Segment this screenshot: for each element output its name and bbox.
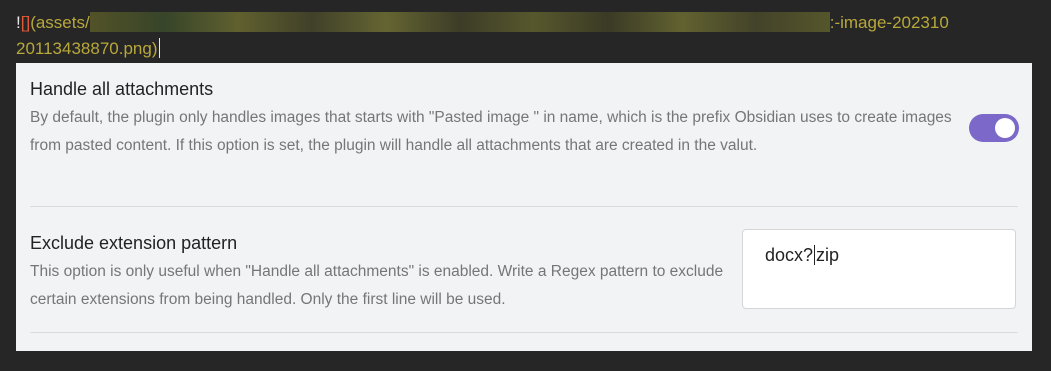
link-path-suffix: :-image-202310	[829, 13, 949, 32]
setting-divider	[30, 332, 1018, 333]
blurred-path-segment	[89, 12, 830, 32]
setting-divider	[30, 206, 1018, 207]
exclude-extension-pattern-input[interactable]: docx? zip	[742, 229, 1016, 309]
toggle-knob	[995, 118, 1015, 138]
input-value-before-caret: docx?	[765, 245, 814, 265]
alt-text-brackets: []	[20, 13, 31, 32]
setting-handle-all-attachments: Handle all attachments By default, the p…	[30, 77, 1018, 160]
setting-name: Handle all attachments	[30, 79, 214, 99]
markdown-image-link[interactable]: ![](assets/:-image-202310 20113438870.pn…	[16, 10, 1036, 62]
text-cursor	[158, 38, 160, 58]
link-path-prefix: (assets/	[30, 13, 90, 32]
input-value-after-caret: zip	[816, 245, 840, 265]
handle-all-attachments-toggle[interactable]	[969, 114, 1019, 142]
setting-description: By default, the plugin only handles imag…	[30, 109, 952, 154]
text-cursor	[814, 245, 816, 265]
setting-description: This option is only useful when "Handle …	[30, 263, 724, 308]
plugin-settings-panel: Handle all attachments By default, the p…	[16, 63, 1032, 351]
link-path-end: 20113438870.png)	[16, 39, 158, 58]
